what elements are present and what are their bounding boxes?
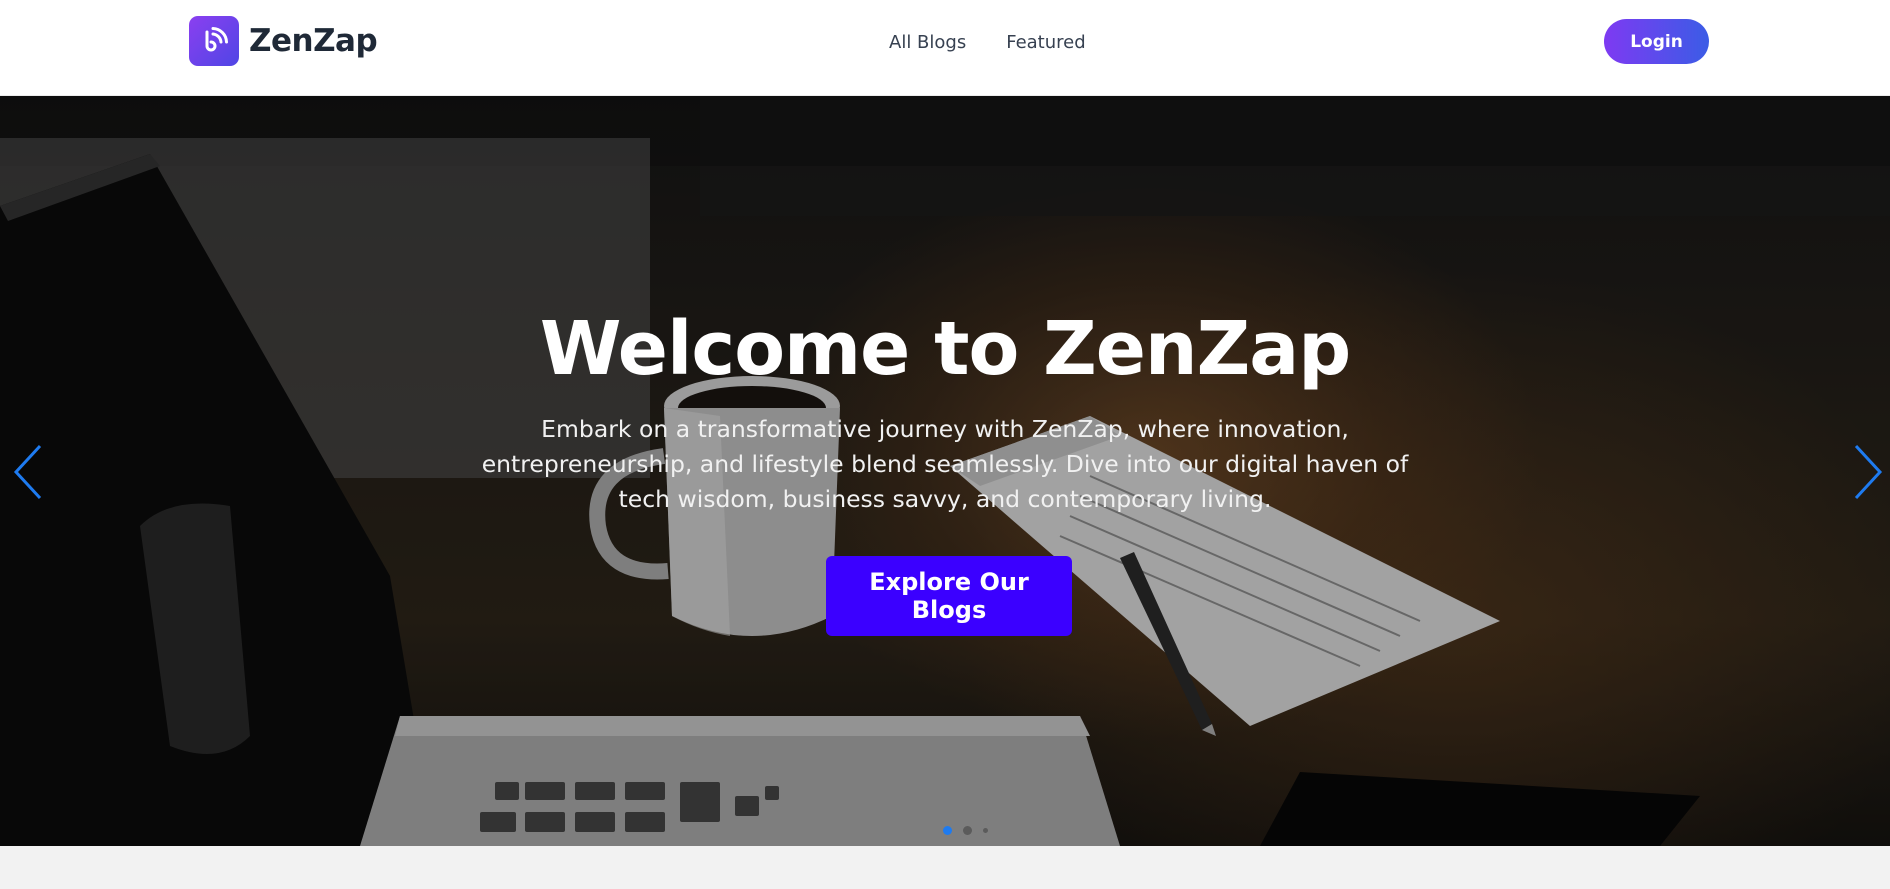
carousel-pagination — [943, 826, 988, 835]
brand-name: ZenZap — [249, 23, 378, 59]
nav-link-all-blogs[interactable]: All Blogs — [889, 28, 966, 58]
hero-carousel: Welcome to ZenZap Embark on a transforma… — [0, 96, 1890, 846]
main-nav: All Blogs Featured — [889, 28, 1086, 58]
hero-description: Embark on a transformative journey with … — [481, 415, 1409, 513]
carousel-dot-3[interactable] — [983, 828, 988, 833]
next-section — [0, 846, 1890, 889]
login-button[interactable]: Login — [1604, 19, 1709, 64]
hero-content: Welcome to ZenZap Embark on a transforma… — [0, 96, 1890, 846]
nav-link-featured[interactable]: Featured — [1006, 28, 1085, 58]
carousel-dot-2[interactable] — [963, 826, 972, 835]
top-navbar: ZenZap All Blogs Featured Login — [0, 0, 1890, 96]
explore-blogs-button[interactable]: Explore Our Blogs — [826, 556, 1072, 636]
rss-feed-icon — [189, 16, 239, 66]
brand-link[interactable]: ZenZap — [189, 16, 378, 66]
chevron-left-icon[interactable] — [10, 442, 46, 502]
hero-title: Welcome to ZenZap — [539, 306, 1351, 392]
carousel-dot-1[interactable] — [943, 826, 952, 835]
chevron-right-icon[interactable] — [1850, 442, 1886, 502]
